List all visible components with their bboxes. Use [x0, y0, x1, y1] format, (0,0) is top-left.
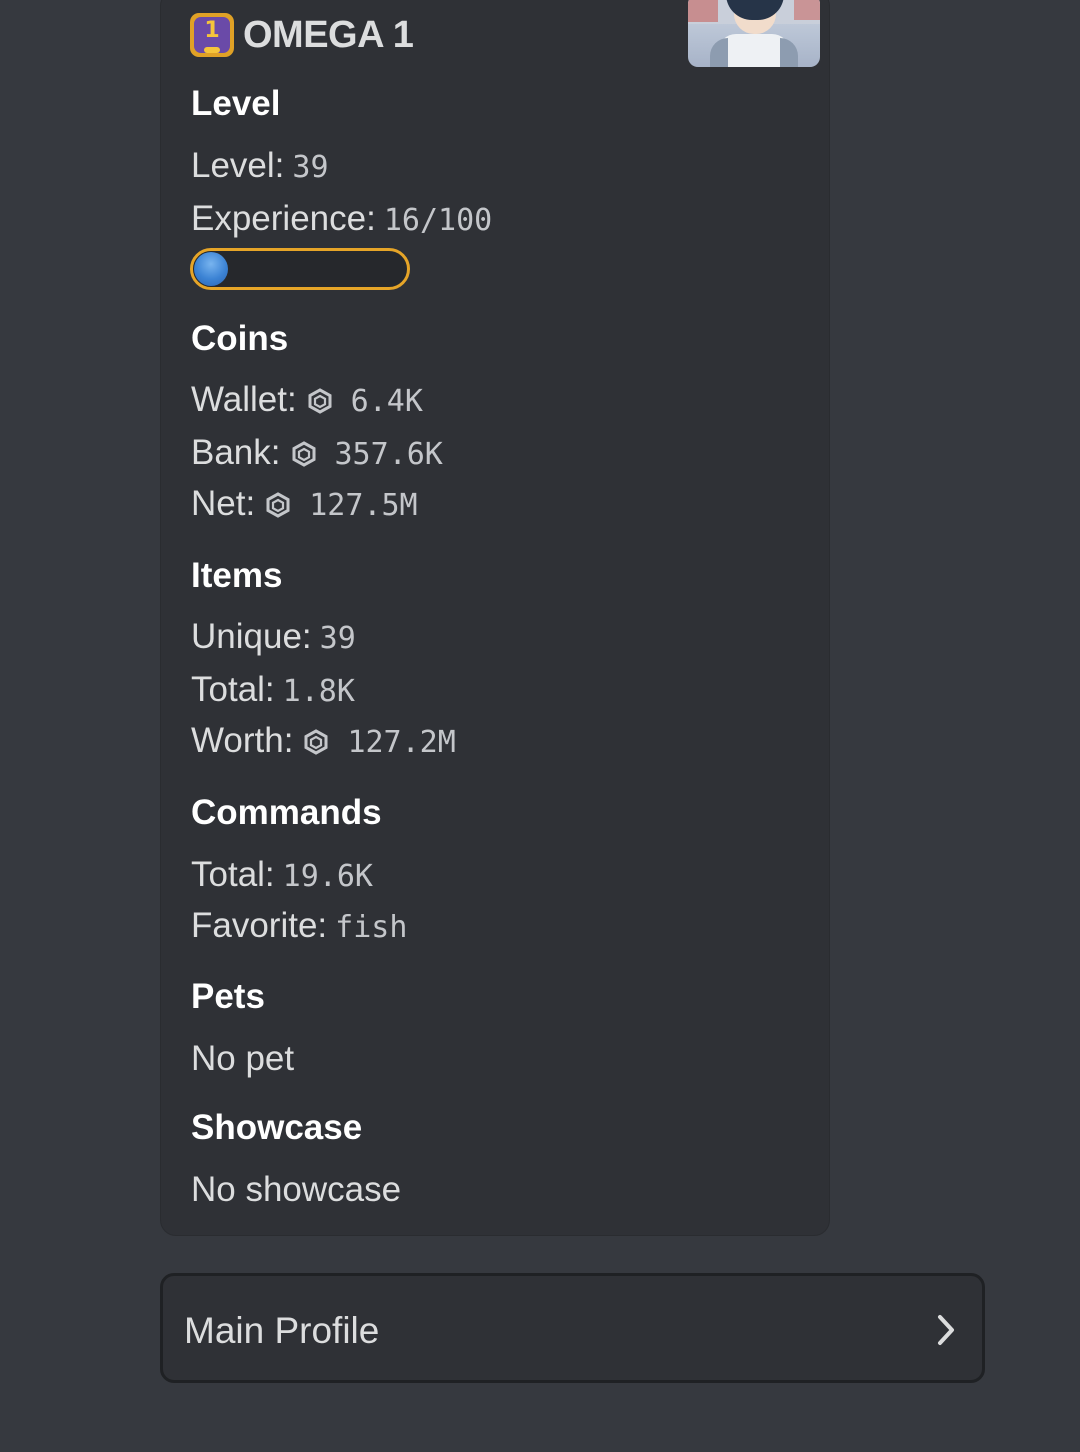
- coin-icon: [266, 492, 290, 518]
- profile-select-menu[interactable]: Main Profile: [160, 1273, 985, 1383]
- favorite-row: Favorite: fish: [191, 906, 407, 946]
- commands-total-value: 19.6K: [282, 859, 373, 894]
- items-heading: Items: [191, 556, 283, 595]
- level-label: Level:: [191, 146, 285, 185]
- unique-value: 39: [319, 621, 356, 656]
- wallet-row: Wallet: 6.4K: [191, 380, 423, 420]
- level-row: Level: 39: [191, 146, 329, 186]
- experience-row: Experience: 16/100: [191, 199, 492, 239]
- items-total-label: Total:: [191, 670, 275, 709]
- items-total-row: Total: 1.8K: [191, 670, 355, 710]
- avatar-thumbnail[interactable]: [688, 0, 820, 67]
- commands-heading: Commands: [191, 793, 382, 832]
- unique-row: Unique: 39: [191, 617, 356, 657]
- worth-row: Worth: 127.2M: [191, 721, 456, 761]
- commands-total-label: Total:: [191, 855, 275, 894]
- coin-icon: [308, 388, 332, 414]
- pets-text: No pet: [191, 1039, 295, 1078]
- unique-label: Unique:: [191, 617, 312, 656]
- experience-progress-bar: [190, 248, 410, 290]
- bank-row: Bank: 357.6K: [191, 433, 443, 473]
- rank-badge-icon: 1: [190, 13, 234, 57]
- select-menu-label: Main Profile: [184, 1310, 380, 1351]
- coins-heading: Coins: [191, 319, 289, 358]
- net-row: Net: 127.5M: [191, 484, 418, 524]
- favorite-label: Favorite:: [191, 906, 328, 945]
- bank-value: 357.6K: [334, 437, 443, 472]
- level-heading: Level: [191, 84, 281, 123]
- embed-title: 1 OMEGA 1: [190, 12, 414, 58]
- bank-label: Bank:: [191, 433, 281, 472]
- coin-icon: [304, 729, 328, 755]
- showcase-heading: Showcase: [191, 1108, 363, 1147]
- net-label: Net:: [191, 484, 256, 523]
- commands-total-row: Total: 19.6K: [191, 855, 373, 895]
- worth-label: Worth:: [191, 721, 294, 760]
- experience-label: Experience:: [191, 199, 376, 238]
- net-value: 127.5M: [309, 488, 418, 523]
- showcase-text: No showcase: [191, 1170, 402, 1209]
- worth-value: 127.2M: [347, 725, 456, 760]
- wallet-value: 6.4K: [350, 384, 423, 419]
- favorite-value: fish: [335, 910, 408, 945]
- profile-name: OMEGA 1: [243, 13, 414, 56]
- wallet-label: Wallet:: [191, 380, 297, 419]
- experience-progress-fill: [194, 252, 228, 286]
- chevron-right-icon: [938, 1315, 954, 1345]
- level-value: 39: [292, 150, 329, 185]
- pets-heading: Pets: [191, 977, 265, 1016]
- coin-icon: [292, 441, 315, 467]
- items-total-value: 1.8K: [282, 674, 355, 709]
- experience-value: 16/100: [383, 203, 493, 238]
